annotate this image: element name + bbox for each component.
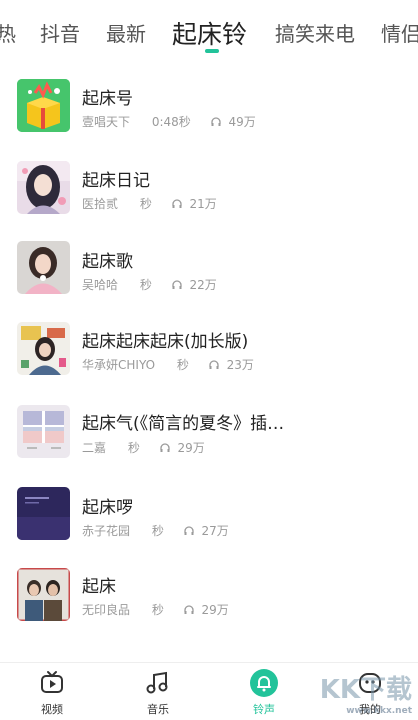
nav-label: 视频 [41,703,63,716]
list-item[interactable]: 起床日记 医拾贰 秒 21万 [0,144,418,226]
song-meta: 壹唱天下 0:48秒 49万 [82,113,256,130]
window-sky-cover-art [17,405,70,458]
ringtone-list: 起床号 壹唱天下 0:48秒 49万 起床日记 医拾贰 秒 21万 起床歌 吴哈… [0,62,418,662]
list-item[interactable]: 起床起床起床(加长版) 华承妍CHIYO 秒 23万 [0,308,418,390]
song-artist: 吴哈哈 [82,278,119,292]
watermark-text: KK下载 [319,675,412,705]
song-meta: 吴哈哈 秒 22万 [82,276,217,293]
song-title: 起床起床起床(加长版) [82,332,249,352]
song-duration: 秒 [151,524,164,538]
album-cover [17,161,70,214]
song-meta: 医拾贰 秒 21万 [82,195,217,212]
bell-icon [250,669,278,697]
song-duration: 秒 [176,358,189,372]
album-cover [17,79,70,132]
song-artist: 赤子花园 [82,524,131,538]
play-count: 27万 [201,524,229,538]
album-cover [17,568,70,621]
singer-photo-cover-art [17,241,70,294]
song-artist: 医拾贰 [82,197,119,211]
headphone-icon [160,441,174,455]
nav-label: 音乐 [147,703,169,716]
list-item[interactable]: 起床啰 赤子花园 秒 27万 [0,472,418,554]
play-count: 29万 [177,441,205,455]
list-item[interactable]: 起床气(《简言的夏冬》插… 二嘉 秒 29万 [0,390,418,472]
play-count: 29万 [201,603,229,617]
song-meta: 华承妍CHIYO 秒 23万 [82,356,254,373]
headphone-icon [209,358,223,372]
song-artist: 壹唱天下 [82,115,131,129]
list-item[interactable]: 起床歌 吴哈哈 秒 22万 [0,226,418,308]
album-cover [17,241,70,294]
song-artist: 无印良品 [82,603,131,617]
album-cover [17,322,70,375]
song-artist: 华承妍CHIYO [82,358,156,372]
play-count: 22万 [189,278,217,292]
gift-box-cover-art [17,79,70,132]
album-cover [17,487,70,540]
song-title: 起床啰 [82,498,133,518]
album-cover [17,405,70,458]
site-watermark: KK下载 www.kkx.net [320,669,412,716]
headphone-icon [210,115,225,129]
purple-dark-cover-art [17,487,70,540]
list-item[interactable]: 起床 无印良品 秒 29万 [0,554,418,636]
two-people-cover-art [17,568,70,621]
nav-music[interactable]: 音乐 [128,669,188,717]
tv-icon [41,671,63,693]
song-meta: 赤子花园 秒 27万 [82,522,229,539]
song-artist: 二嘉 [82,441,107,455]
colorful-collage-cover-art [17,322,70,375]
play-count: 23万 [226,358,254,372]
nav-ringtone[interactable]: 铃声 [234,669,294,717]
category-tabs: 热 抖音 最新 起床铃 搞笑来电 情侣 [0,0,418,62]
song-duration: 秒 [139,278,152,292]
headphone-icon [184,524,198,538]
nav-label: 铃声 [253,703,275,716]
list-item[interactable]: 起床号 壹唱天下 0:48秒 49万 [0,62,418,144]
song-meta: 二嘉 秒 29万 [82,439,205,456]
tab-wakeup[interactable]: 起床铃 [172,15,247,51]
tab-douyin[interactable]: 抖音 [40,18,80,47]
headphone-icon [172,278,186,292]
play-count: 49万 [228,115,256,129]
watermark-url: www.kkx.net [346,706,412,716]
song-duration: 秒 [139,197,152,211]
headphone-icon [172,197,186,211]
song-title: 起床 [82,577,116,597]
headphone-icon [184,603,198,617]
song-meta: 无印良品 秒 29万 [82,601,229,618]
tab-couple[interactable]: 情侣 [381,18,418,47]
nav-video[interactable]: 视频 [22,669,82,717]
song-title: 起床号 [82,89,133,109]
girl-portrait-cover-art [17,161,70,214]
tab-hot[interactable]: 热 [0,18,16,47]
song-title: 起床歌 [82,252,133,272]
song-duration: 0:48秒 [151,115,191,129]
song-title: 起床气(《简言的夏冬》插… [82,414,285,434]
play-count: 21万 [189,197,217,211]
active-tab-indicator [205,49,219,53]
song-title: 起床日记 [82,171,150,191]
music-note-icon [146,671,168,694]
tab-latest[interactable]: 最新 [106,18,146,47]
song-duration: 秒 [127,441,140,455]
song-duration: 秒 [151,603,164,617]
tab-funny-calls[interactable]: 搞笑来电 [275,18,355,47]
